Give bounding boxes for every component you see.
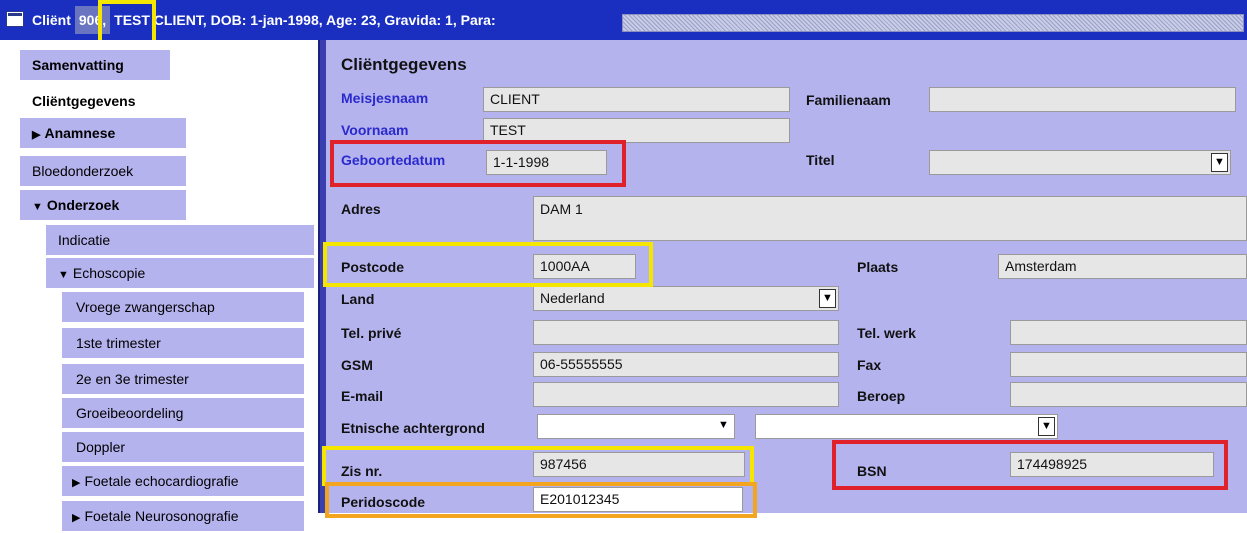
- chevron-down-icon[interactable]: ▼: [715, 417, 732, 436]
- beroep-label: Beroep: [857, 388, 906, 404]
- titel-label: Titel: [806, 152, 835, 168]
- tel-prive-label: Tel. privé: [341, 325, 402, 341]
- nav-clientgegevens[interactable]: Cliëntgegevens: [20, 86, 190, 116]
- nav-indicatie[interactable]: Indicatie: [46, 225, 314, 255]
- tel-prive-field[interactable]: [533, 320, 839, 345]
- adres-label: Adres: [341, 201, 381, 217]
- nav-samenvatting-label: Samenvatting: [32, 57, 124, 73]
- nav-echoscopie[interactable]: ▼ Echoscopie: [46, 258, 314, 288]
- nav-anamnese-label: Anamnese: [44, 125, 116, 141]
- sidebar: Samenvatting Cliëntgegevens ▶ Anamnese Bl…: [0, 40, 318, 531]
- nav-doppler[interactable]: Doppler: [62, 432, 304, 462]
- email-field[interactable]: [533, 382, 839, 407]
- title-bar: Cliënt 906, TEST CLIENT, DOB: 1-jan-1998, …: [0, 0, 1247, 40]
- nav-1ste-trimester[interactable]: 1ste trimester: [62, 328, 304, 358]
- etnische-select-2[interactable]: ▼: [755, 414, 1058, 439]
- window-title: Cliënt 906, TEST CLIENT, DOB: 1-jan-1998, …: [32, 6, 496, 34]
- nav-groei-label: Groeibeoordeling: [76, 405, 184, 421]
- familienaam-field[interactable]: [929, 87, 1236, 112]
- meisjesnaam-label: Meisjesnaam: [341, 90, 429, 106]
- panel-splitter[interactable]: [318, 40, 326, 513]
- email-label: E-mail: [341, 388, 384, 404]
- window-icon: [6, 11, 24, 27]
- nav-vroege-label: Vroege zwangerschap: [76, 299, 215, 315]
- collapsed-triangle-icon: ▶: [72, 512, 81, 524]
- etnische-select-1[interactable]: ▼: [537, 414, 735, 439]
- voornaam-label: Voornaam: [341, 122, 409, 138]
- nav-onderzoek[interactable]: ▼ Onderzoek: [20, 190, 186, 220]
- expanded-triangle-icon: ▼: [58, 269, 69, 281]
- postcode-field[interactable]: 1000AA: [533, 254, 636, 279]
- nav-doppler-label: Doppler: [76, 439, 126, 455]
- nav-foetaal-echo-label: Foetale echocardiografie: [84, 473, 239, 489]
- peridoscode-label: Peridoscode: [341, 494, 426, 510]
- gsm-label: GSM: [341, 357, 373, 373]
- adres-field[interactable]: DAM 1: [533, 196, 1247, 241]
- nav-indicatie-label: Indicatie: [58, 232, 111, 248]
- meisjesnaam-field[interactable]: CLIENT: [483, 87, 790, 112]
- collapsed-triangle-icon: ▶: [72, 477, 81, 489]
- nav-bloedonderzoek[interactable]: Bloedonderzoek: [20, 156, 186, 186]
- tel-werk-field[interactable]: [1010, 320, 1247, 345]
- expanded-triangle-icon: ▼: [32, 201, 43, 213]
- collapsed-triangle-icon: ▶: [32, 129, 41, 141]
- nav-foetaal-neuro-label: Foetale Neurosonografie: [84, 508, 239, 524]
- nav-groeibeoordeling[interactable]: Groeibeoordeling: [62, 398, 304, 428]
- land-select-value: Nederland: [540, 290, 605, 306]
- chevron-down-icon[interactable]: ▼: [819, 289, 836, 308]
- bsn-label: BSN: [857, 463, 887, 479]
- geboortedatum-field[interactable]: 1-1-1998: [486, 150, 607, 175]
- plaats-label: Plaats: [857, 259, 899, 275]
- nav-samenvatting[interactable]: Samenvatting: [20, 50, 170, 80]
- zis-field[interactable]: 987456: [533, 452, 745, 477]
- page-title: Cliëntgegevens: [341, 55, 467, 74]
- title-client-details: TEST CLIENT, DOB: 1-jan-1998, Age: 23, G…: [114, 12, 496, 28]
- title-client-number: 906,: [74, 6, 111, 34]
- nav-2e-3e-trimester[interactable]: 2e en 3e trimester: [62, 364, 304, 394]
- nav-clientgegevens-label: Cliëntgegevens: [32, 93, 136, 109]
- nav-onderzoek-label: Onderzoek: [46, 197, 120, 213]
- nav-vroege-zwangerschap[interactable]: Vroege zwangerschap: [62, 292, 304, 322]
- title-bar-pattern: [622, 14, 1244, 32]
- gsm-field[interactable]: 06-55555555: [533, 352, 839, 377]
- bsn-field[interactable]: 174498925: [1010, 452, 1214, 477]
- nav-bloedonderzoek-label: Bloedonderzoek: [32, 163, 134, 179]
- chevron-down-icon[interactable]: ▼: [1211, 153, 1228, 172]
- nav-trim23-label: 2e en 3e trimester: [76, 371, 189, 387]
- plaats-field[interactable]: Amsterdam: [998, 254, 1247, 279]
- nav-foetale-neurosonografie[interactable]: ▶ Foetale Neurosonografie: [62, 501, 304, 531]
- peridoscode-field[interactable]: E201012345: [533, 487, 743, 512]
- etnische-label: Etnische achtergrond: [341, 420, 485, 436]
- fax-field[interactable]: [1010, 352, 1247, 377]
- titel-select[interactable]: ▼: [929, 150, 1231, 175]
- title-client-label: Cliënt: [32, 12, 71, 28]
- nav-trim1-label: 1ste trimester: [76, 335, 161, 351]
- nav-echoscopie-label: Echoscopie: [72, 265, 146, 281]
- beroep-field[interactable]: [1010, 382, 1247, 407]
- nav-foetale-echocardiografie[interactable]: ▶ Foetale echocardiografie: [62, 466, 304, 496]
- land-label: Land: [341, 291, 375, 307]
- familienaam-label: Familienaam: [806, 92, 891, 108]
- tel-werk-label: Tel. werk: [857, 325, 916, 341]
- land-select[interactable]: Nederland ▼: [533, 286, 839, 311]
- zis-label: Zis nr.: [341, 463, 383, 479]
- fax-label: Fax: [857, 357, 882, 373]
- nav-anamnese[interactable]: ▶ Anamnese: [20, 118, 186, 148]
- voornaam-field[interactable]: TEST: [483, 118, 790, 143]
- chevron-down-icon[interactable]: ▼: [1038, 417, 1055, 436]
- geboortedatum-label: Geboortedatum: [341, 152, 446, 168]
- postcode-label: Postcode: [341, 259, 405, 275]
